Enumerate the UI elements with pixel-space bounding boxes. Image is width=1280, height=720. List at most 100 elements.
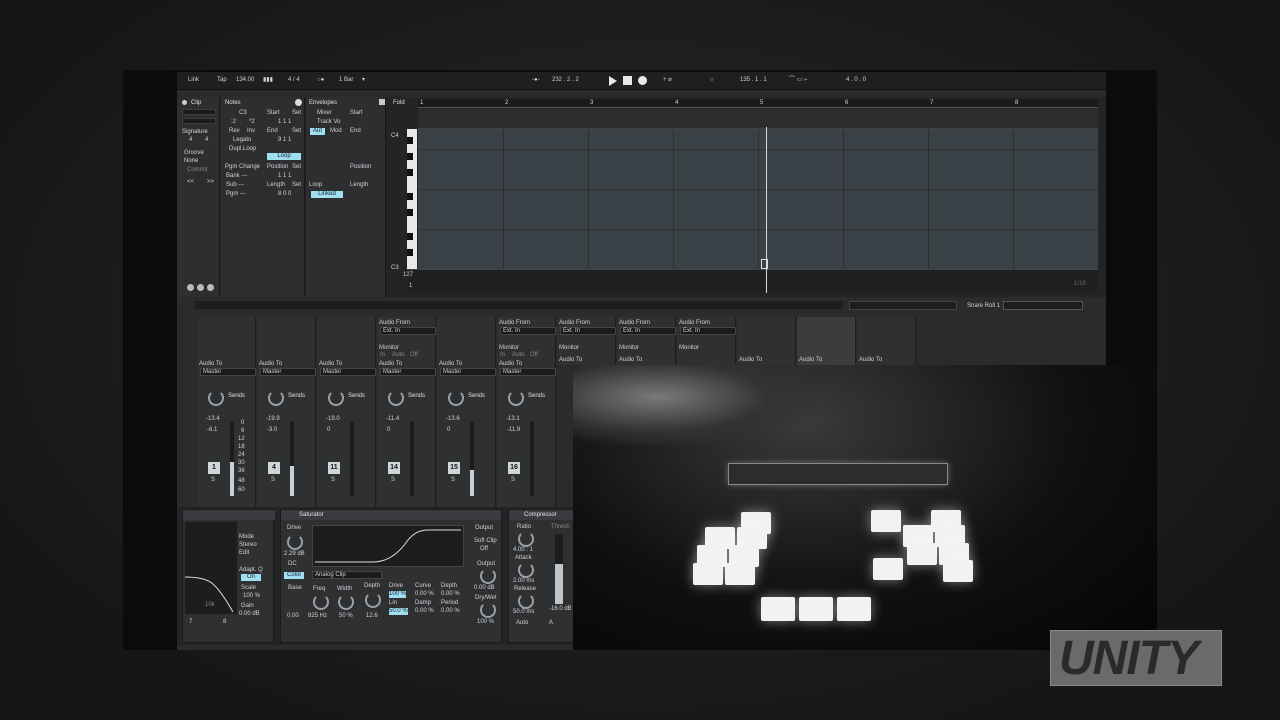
loop-start-field[interactable]: 135 . 1 . 1 (740, 77, 767, 84)
clip-name-field[interactable] (182, 109, 216, 115)
shaper-display[interactable] (312, 525, 464, 567)
output-dropdown[interactable]: Master (500, 368, 556, 376)
band-a[interactable]: 7 (189, 619, 192, 626)
legato-button[interactable]: Legato (233, 137, 251, 144)
monitor-in-button[interactable]: In (380, 352, 385, 359)
soft-clip-toggle[interactable]: Off (480, 546, 488, 553)
width-knob[interactable] (338, 594, 354, 610)
drive-knob[interactable] (287, 534, 303, 550)
auto-button[interactable]: Auto (516, 620, 528, 627)
sub-field[interactable]: Sub --- (226, 182, 244, 189)
note-field[interactable]: C3 (239, 110, 247, 117)
clip-icon-3[interactable] (207, 284, 214, 291)
link-button[interactable]: Link (188, 77, 199, 84)
length-set-button[interactable]: Set (292, 182, 301, 189)
thresh-meter[interactable] (555, 534, 563, 604)
depth2-value[interactable]: 0.00 % (441, 591, 460, 598)
double-button[interactable]: *2 (249, 119, 255, 126)
quantize-menu[interactable]: 1 Bar (339, 77, 353, 84)
send-knob[interactable] (328, 390, 344, 406)
gain-value[interactable]: 0.00 dB (239, 611, 260, 618)
send-knob[interactable] (388, 390, 404, 406)
mode-select[interactable]: Stereo (239, 542, 257, 549)
ratio-value[interactable]: 4.00 : 1 (513, 547, 533, 554)
monitor-in-button[interactable]: In (500, 352, 505, 359)
velocity-lane[interactable]: 127 1 1/16 (403, 269, 1098, 293)
depth-knob[interactable] (365, 592, 381, 608)
pgm-field[interactable]: Pgm --- (226, 191, 246, 198)
song-position-field[interactable]: 232 . 2 . 2 (552, 77, 579, 84)
chevron-down-icon[interactable]: ▾ (362, 77, 365, 84)
track-activator[interactable]: 15 (448, 462, 460, 474)
color-button[interactable]: Color (284, 572, 305, 579)
lin-value[interactable]: 50.0 % (389, 608, 408, 615)
sig-num[interactable]: 4 (189, 137, 192, 144)
dupl-loop-button[interactable]: Dupl.Loop (229, 146, 256, 153)
solo-button[interactable]: S (391, 477, 395, 484)
send-knob[interactable] (448, 390, 464, 406)
half-button[interactable]: :2 (231, 119, 236, 126)
monitor-auto-button[interactable]: Auto (512, 352, 524, 359)
solo-button[interactable]: S (451, 477, 455, 484)
start-set-button[interactable]: Set (292, 110, 301, 117)
solo-button[interactable]: S (211, 477, 215, 484)
loop-brace[interactable] (418, 109, 1098, 129)
end-set-button[interactable]: Set (292, 128, 301, 135)
solo-button[interactable]: S (271, 477, 275, 484)
output-dropdown[interactable]: Master (380, 368, 436, 376)
nav-prev-button[interactable]: << (187, 179, 194, 186)
modulation-button[interactable]: Mod (330, 128, 342, 135)
input-dropdown[interactable]: Ext. In (500, 327, 556, 335)
follow-icon[interactable]: -●- (532, 77, 540, 84)
send-knob[interactable] (508, 390, 524, 406)
release-knob[interactable] (518, 593, 534, 609)
send-knob[interactable] (268, 390, 284, 406)
monitor-off-button[interactable]: Off (530, 352, 538, 359)
groove-select[interactable]: None (184, 158, 198, 165)
tempo-field[interactable]: 134.00 (236, 77, 254, 84)
loop-length-field[interactable]: 4 . 0 . 0 (846, 77, 866, 84)
fold-button[interactable]: Fold (393, 100, 405, 106)
clip-icon-2[interactable] (197, 284, 204, 291)
track-activator[interactable]: 1 (208, 462, 220, 474)
width-value[interactable]: 50 % (339, 613, 353, 620)
volume-field[interactable]: -13.6 (446, 416, 460, 423)
drywet-knob[interactable] (480, 602, 496, 618)
input-dropdown[interactable]: Ext. In (380, 327, 436, 335)
type-select[interactable]: Analog Clip (312, 571, 382, 579)
position-field[interactable]: 1 1 1 (278, 173, 291, 180)
position-set-button[interactable]: Set (292, 164, 301, 171)
adapt-q-toggle[interactable]: On (241, 574, 262, 581)
depth-value[interactable]: 12.6 (366, 613, 378, 620)
clip-activator-icon[interactable] (182, 100, 187, 105)
damp-value[interactable]: 0.00 % (415, 608, 434, 615)
nav-next-button[interactable]: >> (207, 179, 214, 186)
length-field[interactable]: 8 0 0 (278, 191, 291, 198)
output-dropdown[interactable]: Master (200, 368, 256, 376)
nudge-icon[interactable]: ▮▮▮ (263, 77, 273, 84)
attack-value[interactable]: 2.00 ms (513, 578, 534, 585)
period-value[interactable]: 0.00 % (441, 608, 460, 615)
linked-button[interactable]: Linked (311, 191, 343, 198)
monitor-off-button[interactable]: Off (410, 352, 418, 359)
insert-marker-icon[interactable] (761, 259, 768, 269)
clip-color-field[interactable] (182, 118, 216, 124)
output-dropdown[interactable]: Master (320, 368, 376, 376)
start-field[interactable]: 1 1 1 (278, 119, 291, 126)
output-value[interactable]: 0.00 dB (474, 585, 495, 592)
dc-button[interactable]: DC (288, 561, 297, 568)
metronome-icon[interactable]: ○● (317, 77, 324, 84)
scrub-area[interactable] (849, 301, 957, 310)
grid-quantize[interactable]: 1/16 (1074, 281, 1086, 288)
volume-field[interactable]: -13.4 (206, 416, 220, 423)
piano-keyboard[interactable] (407, 129, 417, 269)
base-value[interactable]: 0.00 (287, 613, 299, 620)
track-activator[interactable]: 11 (328, 462, 340, 474)
pan-field[interactable]: -3.0 (267, 427, 277, 434)
freq-knob[interactable] (313, 594, 329, 610)
track-activator[interactable]: 14 (388, 462, 400, 474)
solo-button[interactable]: S (511, 477, 515, 484)
control-chooser[interactable]: Track Vo (317, 119, 340, 126)
overview-bar[interactable] (195, 301, 843, 309)
attack-knob[interactable] (518, 562, 534, 578)
